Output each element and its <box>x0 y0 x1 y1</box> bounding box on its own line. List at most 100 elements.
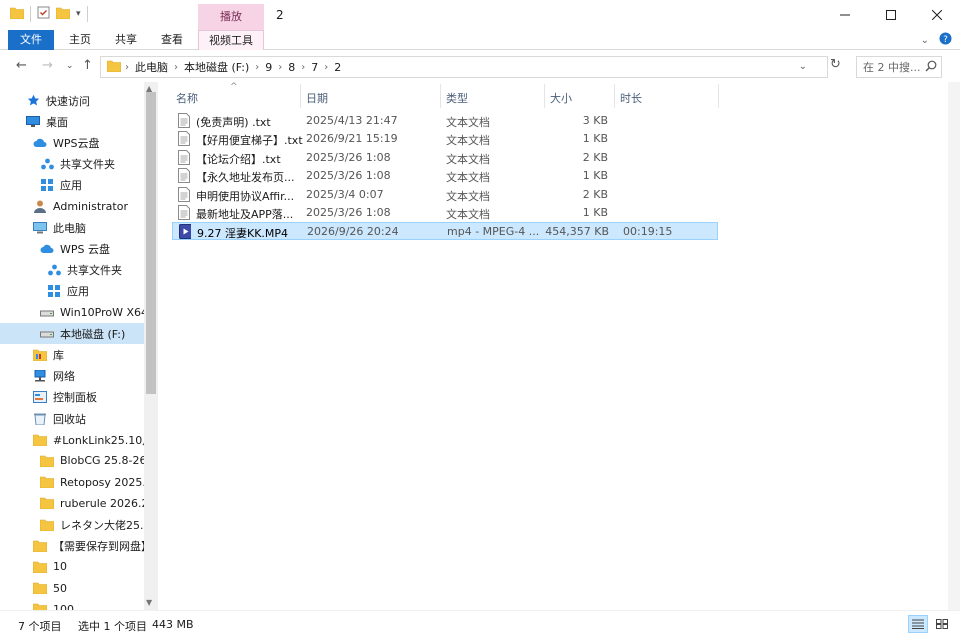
details-view-icon <box>912 619 924 629</box>
column-divider[interactable] <box>300 84 301 108</box>
back-button[interactable]: ← <box>16 58 27 73</box>
column-divider[interactable] <box>718 84 719 108</box>
sidebar-item[interactable]: 网络 <box>0 366 144 387</box>
item-count: 7 个项目 <box>18 620 62 633</box>
close-button[interactable] <box>914 0 960 30</box>
column-header-date[interactable]: 日期 <box>306 90 328 106</box>
sidebar-item[interactable]: 共享文件夹 <box>0 260 144 281</box>
chevron-right-icon: › <box>278 61 283 73</box>
sidebar-item[interactable]: WPS云盘 <box>0 132 144 153</box>
file-row[interactable]: 【永久地址发布页... 2025/3/26 1:08 文本文档 1 KB <box>172 167 718 185</box>
sort-ascending-icon: ^ <box>230 82 238 92</box>
sidebar-item[interactable]: 桌面 <box>0 111 144 132</box>
sidebar-item[interactable]: Retoposy 2025.1 <box>0 472 144 493</box>
tab-video-tools[interactable]: 视频工具 <box>198 30 264 50</box>
sidebar-item[interactable]: レネタン大佬25.6 <box>0 514 144 535</box>
sidebar-item[interactable]: 库 <box>0 344 144 365</box>
file-row[interactable]: 【论坛介绍】.txt 2025/3/26 1:08 文本文档 2 KB <box>172 149 718 167</box>
address-bar[interactable]: › 此电脑 › 本地磁盘 (F:) › 9 › 8 › 7 › 2 ⌄ <box>100 56 828 78</box>
sidebar-item[interactable]: ruberule 2026.2. <box>0 493 144 514</box>
sidebar-item[interactable]: 应用 <box>0 281 144 302</box>
tab-share[interactable]: 共享 <box>106 30 146 50</box>
column-divider[interactable] <box>440 84 441 108</box>
folder-icon <box>33 581 47 595</box>
sidebar-item[interactable]: 此电脑 <box>0 217 144 238</box>
column-header-duration[interactable]: 时长 <box>620 90 642 106</box>
file-size: 2 KB <box>582 150 608 164</box>
sidebar-item[interactable]: 【需要保存到网盘】 <box>0 535 144 556</box>
breadcrumb-this-pc[interactable]: 此电脑 <box>135 59 168 75</box>
file-row[interactable]: 申明使用协议Affir... 2025/3/4 0:07 文本文档 2 KB <box>172 186 718 204</box>
column-divider[interactable] <box>614 84 615 108</box>
file-type: mp4 - MPEG-4 ... <box>447 225 540 239</box>
file-date: 2025/3/26 1:08 <box>306 169 391 183</box>
tab-home[interactable]: 主页 <box>60 30 100 50</box>
folder-icon <box>33 433 47 447</box>
file-row[interactable]: (免责声明) .txt 2025/4/13 21:47 文本文档 3 KB <box>172 112 718 130</box>
breadcrumb-folder-7[interactable]: 7 <box>311 61 318 74</box>
tab-view[interactable]: 查看 <box>152 30 192 50</box>
customize-toolbar-icon[interactable]: ▾ <box>76 9 81 19</box>
sidebar-item[interactable]: 本地磁盘 (F:) <box>0 323 144 345</box>
column-headers: ^ 名称 日期 类型 大小 时长 <box>162 82 960 110</box>
file-size: 1 KB <box>582 169 608 183</box>
breadcrumb-local-disk[interactable]: 本地磁盘 (F:) <box>184 59 249 75</box>
sidebar-item[interactable]: 共享文件夹 <box>0 154 144 175</box>
breadcrumb-folder-2[interactable]: 2 <box>334 61 341 74</box>
sidebar-item[interactable]: 控制面板 <box>0 387 144 408</box>
expand-ribbon-icon[interactable]: ⌄ <box>921 35 929 46</box>
sidebar-item[interactable]: Administrator <box>0 196 144 217</box>
sidebar-item[interactable]: #LonkLink25.10月 <box>0 429 144 450</box>
sidebar-scroll-thumb[interactable] <box>146 92 156 394</box>
forward-button[interactable]: → <box>42 58 53 73</box>
new-folder-icon[interactable] <box>55 7 71 22</box>
sidebar-item[interactable]: WPS 云盘 <box>0 238 144 259</box>
context-tab-play[interactable]: 播放 <box>198 4 264 30</box>
file-size: 1 KB <box>582 206 608 219</box>
chevron-down-icon[interactable]: ⌄ <box>799 61 807 72</box>
recent-locations-button[interactable]: ⌄ <box>66 61 74 71</box>
toolbar-divider <box>30 6 31 22</box>
desktop-icon <box>26 115 40 129</box>
sidebar-item[interactable]: 100 <box>0 599 144 610</box>
column-divider[interactable] <box>544 84 545 108</box>
sidebar-item[interactable]: 50 <box>0 578 144 599</box>
sidebar-scrollbar[interactable]: ▲ ▼ <box>144 82 158 610</box>
refresh-button[interactable]: ↻ <box>830 57 848 77</box>
scroll-down-icon[interactable]: ▼ <box>146 598 152 607</box>
minimize-button[interactable] <box>822 0 868 30</box>
file-name: (免责声明) .txt <box>196 116 271 129</box>
sidebar-item-label: 本地磁盘 (F:) <box>60 327 126 341</box>
column-header-type[interactable]: 类型 <box>446 90 468 106</box>
navigation-bar: ← → ⌄ ↑ › 此电脑 › 本地磁盘 (F:) › 9 › 8 › 7 › … <box>0 50 960 82</box>
ribbon-tabs: 文件 主页 共享 查看 视频工具 ⌄ ? <box>0 30 960 50</box>
maximize-button[interactable] <box>868 0 914 30</box>
breadcrumb-folder-8[interactable]: 8 <box>288 61 295 74</box>
sidebar-item[interactable]: 10 <box>0 556 144 577</box>
selection-count: 选中 1 个项目 <box>78 620 147 633</box>
sidebar-item-label: レネタン大佬25.6 <box>60 518 144 532</box>
tab-file[interactable]: 文件 <box>8 30 54 50</box>
column-header-size[interactable]: 大小 <box>550 90 572 106</box>
large-icons-view-button[interactable] <box>932 615 952 633</box>
up-button[interactable]: ↑ <box>82 58 93 73</box>
help-icon[interactable]: ? <box>939 32 952 48</box>
column-header-name[interactable]: 名称 <box>176 90 198 106</box>
sidebar-item-label: Administrator <box>53 200 128 213</box>
file-row[interactable]: 【好用便宜梯子】.txt 2026/9/21 15:19 文本文档 1 KB <box>172 130 718 148</box>
sidebar-item[interactable]: 回收站 <box>0 408 144 429</box>
sidebar-item[interactable]: 应用 <box>0 175 144 196</box>
file-row[interactable]: 最新地址及APP落... 2025/3/26 1:08 文本文档 1 KB <box>172 204 718 222</box>
sidebar-item[interactable]: Win10ProW X64 <box>0 302 144 323</box>
breadcrumb-folder-9[interactable]: 9 <box>265 61 272 74</box>
text-file-icon <box>178 168 190 184</box>
sidebar-item[interactable]: 快速访问 <box>0 90 144 111</box>
file-row[interactable]: 9.27 淫妻KK.MP4 2026/9/26 20:24 mp4 - MPEG-4… <box>172 222 718 241</box>
sidebar-item[interactable]: BlobCG 25.8-26. <box>0 450 144 471</box>
search-box[interactable]: 在 2 中搜... <box>856 56 942 78</box>
details-view-button[interactable] <box>908 615 928 633</box>
close-icon <box>932 10 942 20</box>
text-file-icon <box>178 149 190 165</box>
chevron-right-icon: › <box>174 61 178 73</box>
properties-icon[interactable] <box>37 6 50 22</box>
